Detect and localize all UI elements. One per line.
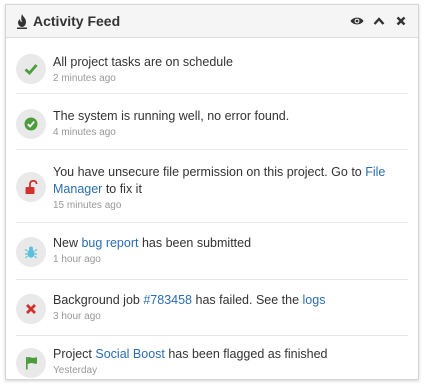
panel-title: Activity Feed (33, 13, 121, 29)
item-time: 2 minutes ago (53, 73, 116, 84)
activity-list: All project tasks are on schedule 2 minu… (6, 38, 418, 379)
activity-feed-panel: Activity Feed All project tasks are on s… (5, 4, 419, 380)
list-item: All project tasks are on schedule 2 minu… (16, 38, 408, 94)
fire-icon (17, 14, 27, 29)
item-time: Yesterday (53, 365, 98, 376)
item-message: Project Social Boost has been flagged as… (53, 347, 328, 361)
check-circle-icon (16, 109, 46, 139)
item-message: New bug report has been submitted (53, 236, 252, 250)
list-item: You have unsecure file permission on thi… (16, 150, 408, 223)
bug-report-link[interactable]: bug report (81, 236, 138, 250)
item-message: You have unsecure file permission on thi… (53, 165, 386, 196)
unlock-icon (16, 172, 46, 202)
social-boost-link[interactable]: Social Boost (95, 347, 164, 361)
check-icon (16, 54, 46, 84)
job-link[interactable]: #783458 (143, 293, 192, 307)
panel-header: Activity Feed (6, 5, 418, 38)
flag-icon (16, 348, 46, 378)
item-time: 3 hour ago (53, 311, 101, 322)
item-time: 1 hour ago (53, 254, 101, 265)
close-icon[interactable] (390, 13, 412, 29)
item-message: All project tasks are on schedule (53, 55, 233, 69)
list-item: New bug report has been submitted 1 hour… (16, 223, 408, 280)
bug-icon (16, 237, 46, 267)
panel-tools (346, 13, 412, 29)
item-time: 15 minutes ago (53, 200, 122, 211)
list-item: Background job #783458 has failed. See t… (16, 280, 408, 336)
eye-icon[interactable] (346, 13, 368, 29)
item-message: Background job #783458 has failed. See t… (53, 293, 326, 307)
x-icon (16, 294, 46, 324)
chevron-up-icon[interactable] (368, 13, 390, 29)
item-time: 4 minutes ago (53, 127, 116, 138)
list-item: The system is running well, no error fou… (16, 94, 408, 150)
item-message: The system is running well, no error fou… (53, 109, 290, 123)
list-item: Project Social Boost has been flagged as… (16, 336, 408, 379)
logs-link[interactable]: logs (303, 293, 326, 307)
